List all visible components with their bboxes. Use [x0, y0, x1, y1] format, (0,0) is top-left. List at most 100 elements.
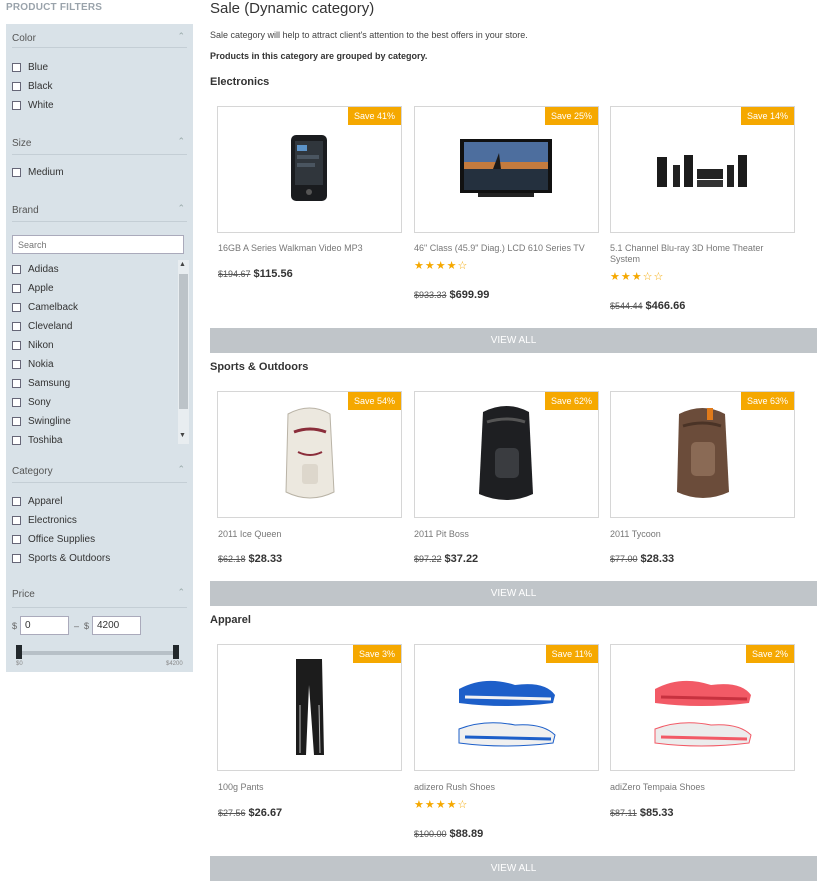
- checkbox[interactable]: [12, 554, 21, 563]
- product-name[interactable]: 2011 Ice Queen: [218, 529, 403, 540]
- checkbox[interactable]: [12, 516, 21, 525]
- product-card[interactable]: Save 3%: [217, 644, 402, 771]
- brand-option-apple[interactable]: Apple: [12, 283, 54, 294]
- chevron-up-icon[interactable]: ⌃: [177, 203, 185, 214]
- scroll-up-arrow-icon[interactable]: ▲: [179, 261, 186, 268]
- home-theater-image[interactable]: [611, 107, 794, 232]
- checkbox[interactable]: [12, 284, 21, 293]
- price-slider-max-handle[interactable]: [173, 645, 179, 659]
- product-card[interactable]: Save 2%: [610, 644, 795, 771]
- price-slider-track[interactable]: [16, 651, 178, 655]
- checkbox[interactable]: [12, 341, 21, 350]
- color-option-white[interactable]: White: [12, 100, 54, 111]
- price-min-input[interactable]: 0: [20, 616, 69, 635]
- size-filter-heading[interactable]: Size: [12, 138, 31, 149]
- color-filter-heading[interactable]: Color: [12, 33, 36, 44]
- product-card[interactable]: Save 62%: [414, 391, 599, 518]
- checkbox[interactable]: [12, 535, 21, 544]
- currency-symbol: $: [84, 621, 90, 631]
- category-option-electronics[interactable]: Electronics: [12, 515, 77, 526]
- product-name[interactable]: 46" Class (45.9" Diag.) LCD 610 Series T…: [414, 243, 599, 254]
- product-card[interactable]: Save 41%: [217, 106, 402, 233]
- checkbox[interactable]: [12, 63, 21, 72]
- black-backpack-image[interactable]: [415, 392, 598, 517]
- brand-option-nikon[interactable]: Nikon: [12, 340, 54, 351]
- chevron-up-icon[interactable]: ⌃: [177, 587, 185, 598]
- chevron-up-icon[interactable]: ⌃: [177, 136, 185, 147]
- chevron-up-icon[interactable]: ⌃: [177, 31, 185, 42]
- pants-image[interactable]: [218, 645, 401, 770]
- category-option-office-supplies[interactable]: Office Supplies: [12, 534, 95, 545]
- checkbox[interactable]: [12, 101, 21, 110]
- product-price: $77.00 $28.33: [610, 549, 674, 567]
- brand-option-toshiba[interactable]: Toshiba: [12, 435, 62, 446]
- color-option-blue[interactable]: Blue: [12, 62, 48, 73]
- checkbox[interactable]: [12, 265, 21, 274]
- discount-badge: Save 41%: [347, 107, 401, 125]
- discount-badge: Save 14%: [740, 107, 794, 125]
- sale-price: $88.89: [449, 828, 484, 840]
- product-name[interactable]: 5.1 Channel Blu-ray 3D Home Theater Syst…: [610, 243, 795, 265]
- product-card[interactable]: Save 25%: [414, 106, 599, 233]
- price-range-separator: –: [74, 621, 80, 631]
- product-name[interactable]: 2011 Tycoon: [610, 529, 795, 540]
- white-backpack-image[interactable]: [218, 392, 401, 517]
- page-note: Products in this category are grouped by…: [210, 51, 428, 61]
- checkbox[interactable]: [12, 436, 21, 445]
- brand-option-nokia[interactable]: Nokia: [12, 359, 54, 370]
- checkbox[interactable]: [12, 417, 21, 426]
- blue-shoes-image[interactable]: [415, 645, 598, 770]
- product-name[interactable]: adizero Rush Shoes: [414, 782, 599, 793]
- price-filter-heading[interactable]: Price: [12, 589, 35, 600]
- brand-filter-heading[interactable]: Brand: [12, 205, 39, 216]
- category-option-apparel[interactable]: Apparel: [12, 496, 62, 507]
- pink-shoes-image[interactable]: [611, 645, 794, 770]
- size-option-medium[interactable]: Medium: [12, 167, 64, 178]
- view-all-button-electronics[interactable]: VIEW ALL: [210, 328, 817, 353]
- brand-option-swingline[interactable]: Swingline: [12, 416, 71, 427]
- product-name[interactable]: 100g Pants: [218, 782, 403, 793]
- brown-backpack-image[interactable]: [611, 392, 794, 517]
- brand-option-camelback[interactable]: Camelback: [12, 302, 78, 313]
- price-max-label: $4200: [166, 661, 183, 667]
- checkbox[interactable]: [12, 360, 21, 369]
- price-slider-min-handle[interactable]: [16, 645, 22, 659]
- product-name[interactable]: 2011 Pit Boss: [414, 529, 599, 540]
- brand-option-cleveland[interactable]: Cleveland: [12, 321, 72, 332]
- scrollbar-thumb[interactable]: [179, 274, 188, 409]
- category-option-sports-outdoors[interactable]: Sports & Outdoors: [12, 553, 110, 564]
- product-price: $194.67 $115.56: [218, 264, 293, 282]
- brand-option-adidas[interactable]: Adidas: [12, 264, 59, 275]
- category-filter-heading[interactable]: Category: [12, 466, 53, 477]
- product-name[interactable]: adiZero Tempaia Shoes: [610, 782, 795, 793]
- product-card[interactable]: Save 54%: [217, 391, 402, 518]
- category-heading-apparel: Apparel: [210, 614, 251, 626]
- checkbox[interactable]: [12, 82, 21, 91]
- view-all-button-apparel[interactable]: VIEW ALL: [210, 856, 817, 881]
- view-all-button-sports-outdoors[interactable]: VIEW ALL: [210, 581, 817, 606]
- product-card[interactable]: Save 11%: [414, 644, 599, 771]
- checkbox[interactable]: [12, 303, 21, 312]
- product-card[interactable]: Save 14%: [610, 106, 795, 233]
- brand-list-scrollbar[interactable]: ▲ ▼: [178, 260, 189, 444]
- sale-price: $115.56: [253, 268, 293, 280]
- tv-image[interactable]: [415, 107, 598, 232]
- checkbox[interactable]: [12, 398, 21, 407]
- price-max-input[interactable]: 4200: [92, 616, 141, 635]
- color-option-black[interactable]: Black: [12, 81, 52, 92]
- product-card[interactable]: Save 63%: [610, 391, 795, 518]
- rating-stars: ★★★★☆: [414, 799, 469, 811]
- brand-option-sony[interactable]: Sony: [12, 397, 51, 408]
- checkbox[interactable]: [12, 322, 21, 331]
- checkbox[interactable]: [12, 497, 21, 506]
- chevron-up-icon[interactable]: ⌃: [177, 464, 185, 475]
- sale-price: $26.67: [248, 807, 283, 819]
- checkbox[interactable]: [12, 168, 21, 177]
- mp3-player-image[interactable]: [218, 107, 401, 232]
- product-name[interactable]: 16GB A Series Walkman Video MP3: [218, 243, 403, 254]
- checkbox[interactable]: [12, 379, 21, 388]
- scroll-down-arrow-icon[interactable]: ▼: [179, 432, 186, 439]
- brand-option-samsung[interactable]: Samsung: [12, 378, 70, 389]
- discount-badge: Save 62%: [544, 392, 598, 410]
- brand-search-input[interactable]: [12, 235, 184, 254]
